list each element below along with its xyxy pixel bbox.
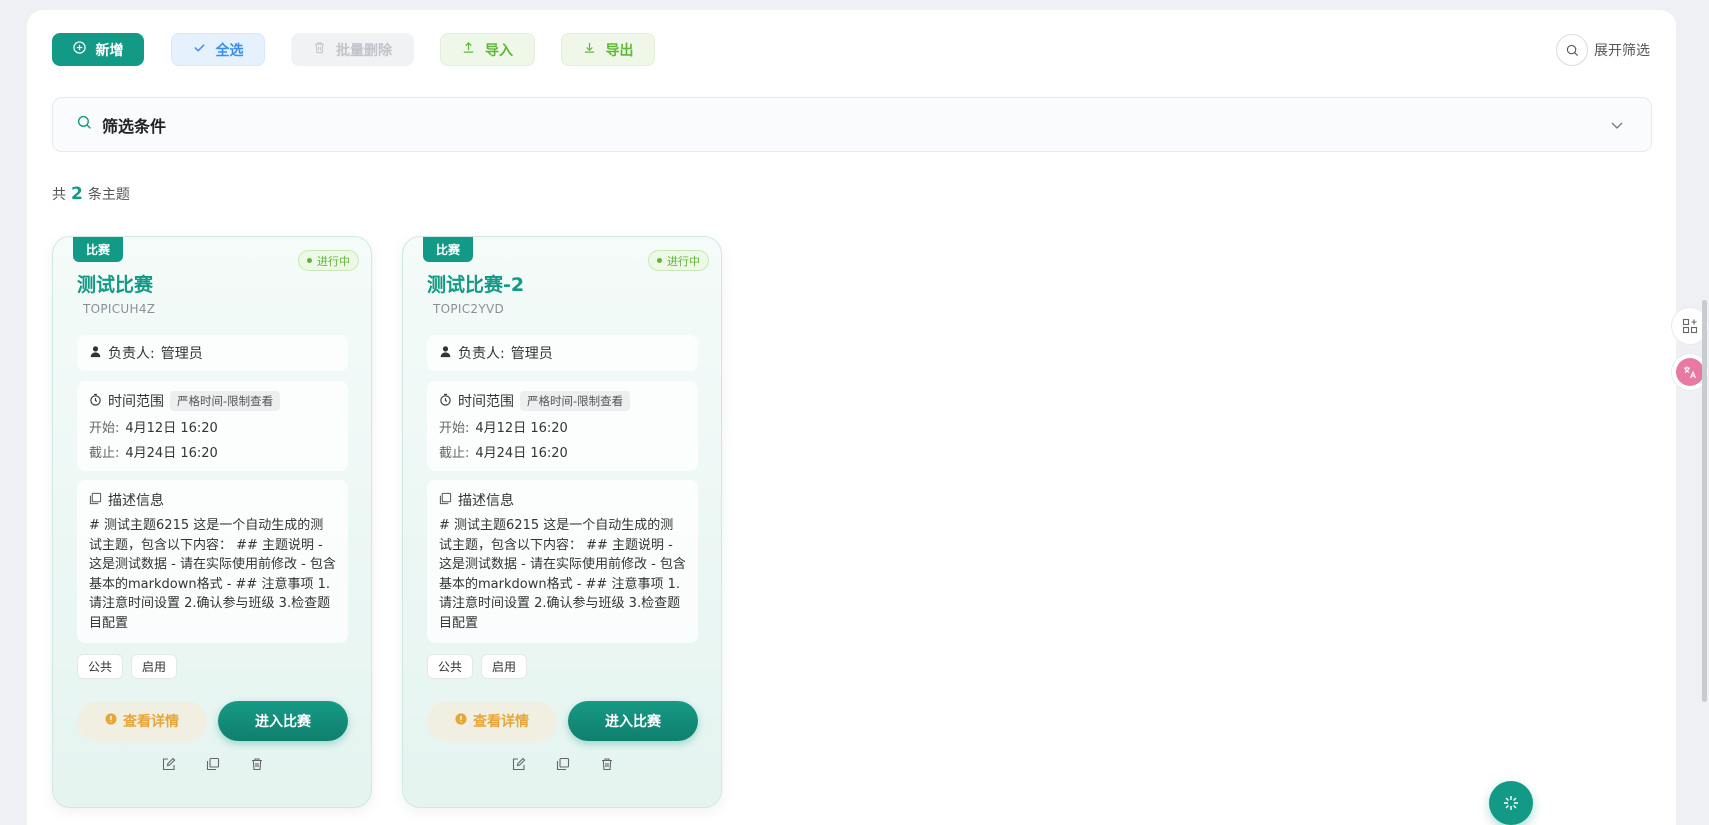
time-label: 时间范围: [108, 394, 164, 410]
type-tag: 比赛: [423, 237, 473, 262]
time-label: 时间范围: [458, 394, 514, 410]
status-dot: [657, 258, 662, 263]
edit-icon[interactable]: [161, 756, 177, 772]
status-label: 进行中: [317, 254, 350, 268]
description-label: 描述信息: [108, 493, 164, 509]
import-label: 导入: [485, 42, 513, 59]
enter-contest-label: 进入比赛: [605, 714, 661, 730]
filter-title: 筛选条件: [102, 116, 167, 136]
view-details-label: 查看详情: [123, 714, 179, 730]
import-button[interactable]: 导入: [440, 33, 535, 66]
status-label: 进行中: [667, 254, 700, 268]
count-suffix: 条主题: [87, 187, 130, 203]
type-tag: 比赛: [73, 237, 123, 262]
start-label: 开始:: [89, 421, 120, 436]
trash-icon[interactable]: [599, 756, 615, 772]
user-icon: [439, 345, 452, 362]
document-icon: [439, 492, 452, 509]
card-title: 测试比赛-2: [427, 274, 525, 296]
status-dot: [307, 258, 312, 263]
info-icon: [455, 713, 467, 729]
plus-circle-icon: [72, 41, 86, 58]
tag-enabled: 启用: [481, 654, 528, 679]
chevron-down-icon[interactable]: [1609, 117, 1625, 137]
owner-value: 管理员: [510, 346, 553, 362]
copy-icon[interactable]: [205, 756, 221, 772]
end-value: 4月24日 16:20: [475, 446, 568, 461]
card-code: TOPICUH4Z: [83, 302, 156, 316]
description-text: # 测试主题6215 这是一个自动生成的测试主题，包含以下内容： ## 主题说明…: [439, 518, 686, 631]
end-label: 截止:: [89, 446, 120, 461]
trash-icon: [313, 41, 326, 58]
time-mode-badge: 严格时间-限制查看: [170, 391, 281, 411]
status-badge: 进行中: [298, 250, 359, 271]
view-details-button[interactable]: 查看详情: [77, 701, 207, 741]
timer-icon: [439, 393, 452, 410]
select-all-button[interactable]: 全选: [171, 33, 265, 66]
description-box: 描述信息 # 测试主题6215 这是一个自动生成的测试主题，包含以下内容： ##…: [77, 480, 348, 643]
batch-delete-button[interactable]: 批量删除: [291, 33, 414, 66]
card-actions: [53, 756, 373, 772]
copy-icon[interactable]: [555, 756, 571, 772]
add-button[interactable]: 新增: [52, 33, 144, 66]
add-button-label: 新增: [95, 42, 124, 59]
card-actions: [403, 756, 723, 772]
card-tags: 公共 启用: [77, 654, 178, 679]
sparkle-icon[interactable]: [1489, 781, 1533, 825]
info-icon: [105, 713, 117, 729]
time-box: 时间范围 严格时间-限制查看 开始: 4月12日 16:20 截止: 4月24日 1…: [427, 381, 698, 471]
tag-enabled: 启用: [131, 654, 178, 679]
start-value: 4月12日 16:20: [125, 421, 218, 436]
tag-public: 公共: [427, 654, 474, 679]
owner-box: 负责人: 管理员: [427, 335, 698, 371]
count-number: 2: [71, 184, 83, 204]
download-icon: [583, 41, 596, 58]
topic-card: 比赛 进行中 测试比赛 TOPICUH4Z 负责人: 管理员 时间范围 严格时间…: [52, 236, 372, 808]
edit-icon[interactable]: [511, 756, 527, 772]
timer-icon: [89, 393, 102, 410]
start-label: 开始:: [439, 421, 470, 436]
card-title: 测试比赛: [77, 274, 154, 296]
end-label: 截止:: [439, 446, 470, 461]
view-details-button[interactable]: 查看详情: [427, 701, 557, 741]
owner-box: 负责人: 管理员: [77, 335, 348, 371]
count-prefix: 共: [52, 187, 66, 203]
expand-filter-button[interactable]: 展开筛选: [1556, 34, 1650, 66]
scrollbar[interactable]: [1702, 300, 1707, 702]
time-mode-badge: 严格时间-限制查看: [520, 391, 631, 411]
enter-contest-label: 进入比赛: [255, 714, 311, 730]
card-tags: 公共 启用: [427, 654, 528, 679]
tag-public: 公共: [77, 654, 124, 679]
description-label: 描述信息: [458, 493, 514, 509]
description-box: 描述信息 # 测试主题6215 这是一个自动生成的测试主题，包含以下内容： ##…: [427, 480, 698, 643]
start-value: 4月12日 16:20: [475, 421, 568, 436]
search-icon: [77, 115, 92, 134]
user-icon: [89, 345, 102, 362]
owner-label: 负责人:: [108, 346, 155, 362]
description-text: # 测试主题6215 这是一个自动生成的测试主题，包含以下内容： ## 主题说明…: [89, 518, 336, 631]
select-all-label: 全选: [215, 42, 244, 59]
search-icon: [1556, 34, 1588, 66]
upload-icon: [462, 41, 475, 58]
owner-label: 负责人:: [458, 346, 505, 362]
end-value: 4月24日 16:20: [125, 446, 218, 461]
trash-icon[interactable]: [249, 756, 265, 772]
result-count: 共 2 条主题: [52, 184, 130, 204]
expand-filter-label: 展开筛选: [1594, 43, 1650, 59]
check-icon: [193, 41, 206, 58]
enter-contest-button[interactable]: 进入比赛: [568, 701, 698, 741]
view-details-label: 查看详情: [473, 714, 529, 730]
topic-card: 比赛 进行中 测试比赛-2 TOPIC2YVD 负责人: 管理员 时间范围 严格…: [402, 236, 722, 808]
document-icon: [89, 492, 102, 509]
translate-badge: [1676, 358, 1704, 386]
batch-delete-label: 批量删除: [336, 42, 392, 59]
export-button[interactable]: 导出: [561, 33, 655, 66]
status-badge: 进行中: [648, 250, 709, 271]
filter-bar[interactable]: 筛选条件: [52, 97, 1652, 152]
card-code: TOPIC2YVD: [433, 302, 505, 316]
owner-value: 管理员: [160, 346, 203, 362]
time-box: 时间范围 严格时间-限制查看 开始: 4月12日 16:20 截止: 4月24日 1…: [77, 381, 348, 471]
export-label: 导出: [605, 42, 634, 59]
enter-contest-button[interactable]: 进入比赛: [218, 701, 348, 741]
